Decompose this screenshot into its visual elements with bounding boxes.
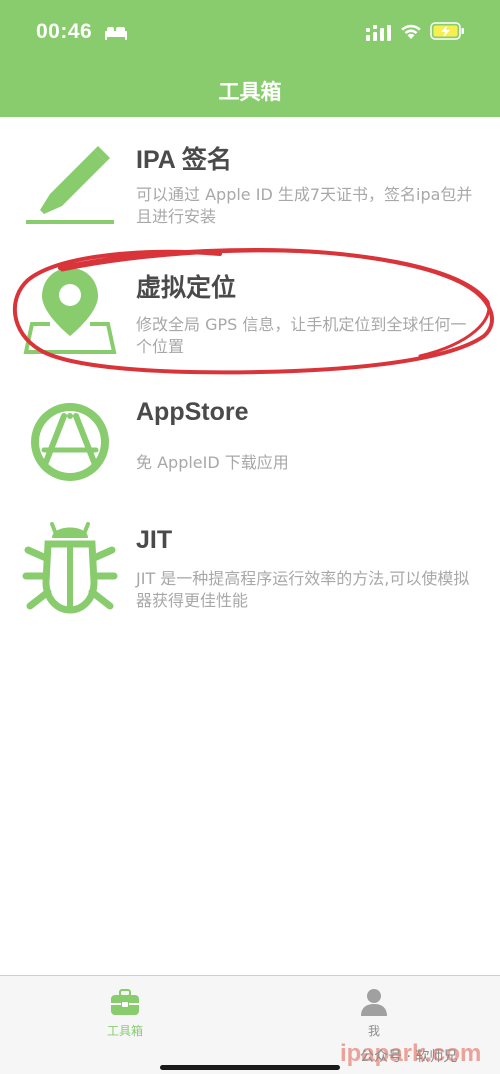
header: 00:46 工具箱 <box>0 0 500 117</box>
watermark-account: 公众号 · 软师兄 <box>360 1049 458 1065</box>
home-indicator <box>160 1065 340 1070</box>
person-icon <box>361 989 387 1016</box>
wifi-icon <box>401 24 421 39</box>
tool-title: IPA 签名 <box>136 146 232 174</box>
toolbox-icon <box>111 989 139 1015</box>
tool-item-appstore[interactable]: AppStore 免 AppleID 下载应用 <box>0 394 500 514</box>
tool-title: AppStore <box>136 398 249 426</box>
cellular-signal-icon <box>366 25 391 41</box>
tool-item-ipa-signing[interactable]: IPA 签名 可以通过 Apple ID 生成7天证书，签名ipa包并且进行安装 <box>0 134 500 254</box>
sleep-mode-icon <box>105 27 127 40</box>
tab-toolbox[interactable]: 工具箱 <box>65 976 185 1046</box>
tab-label: 我 <box>367 1024 380 1038</box>
status-bar: 00:46 <box>0 0 500 64</box>
pencil-icon <box>26 146 114 224</box>
tool-item-jit[interactable]: JIT JIT 是一种提高程序运行效率的方法,可以使模拟器获得更佳性能 <box>0 520 500 640</box>
page-title: 工具箱 <box>218 80 282 104</box>
annotation-circle <box>12 247 494 375</box>
status-time: 00:46 <box>36 20 93 43</box>
tab-label: 工具箱 <box>106 1024 143 1038</box>
appstore-icon <box>31 403 109 481</box>
tab-me[interactable]: 我 <box>314 976 434 1046</box>
tool-description: 免 AppleID 下载应用 <box>136 453 289 472</box>
bug-icon <box>22 522 118 614</box>
tool-description: 可以通过 Apple ID 生成7天证书，签名ipa包并且进行安装 <box>136 185 473 226</box>
tool-description: JIT 是一种提高程序运行效率的方法,可以使模拟器获得更佳性能 <box>136 569 470 610</box>
tool-title: JIT <box>136 526 173 554</box>
battery-charging-icon <box>430 22 464 40</box>
